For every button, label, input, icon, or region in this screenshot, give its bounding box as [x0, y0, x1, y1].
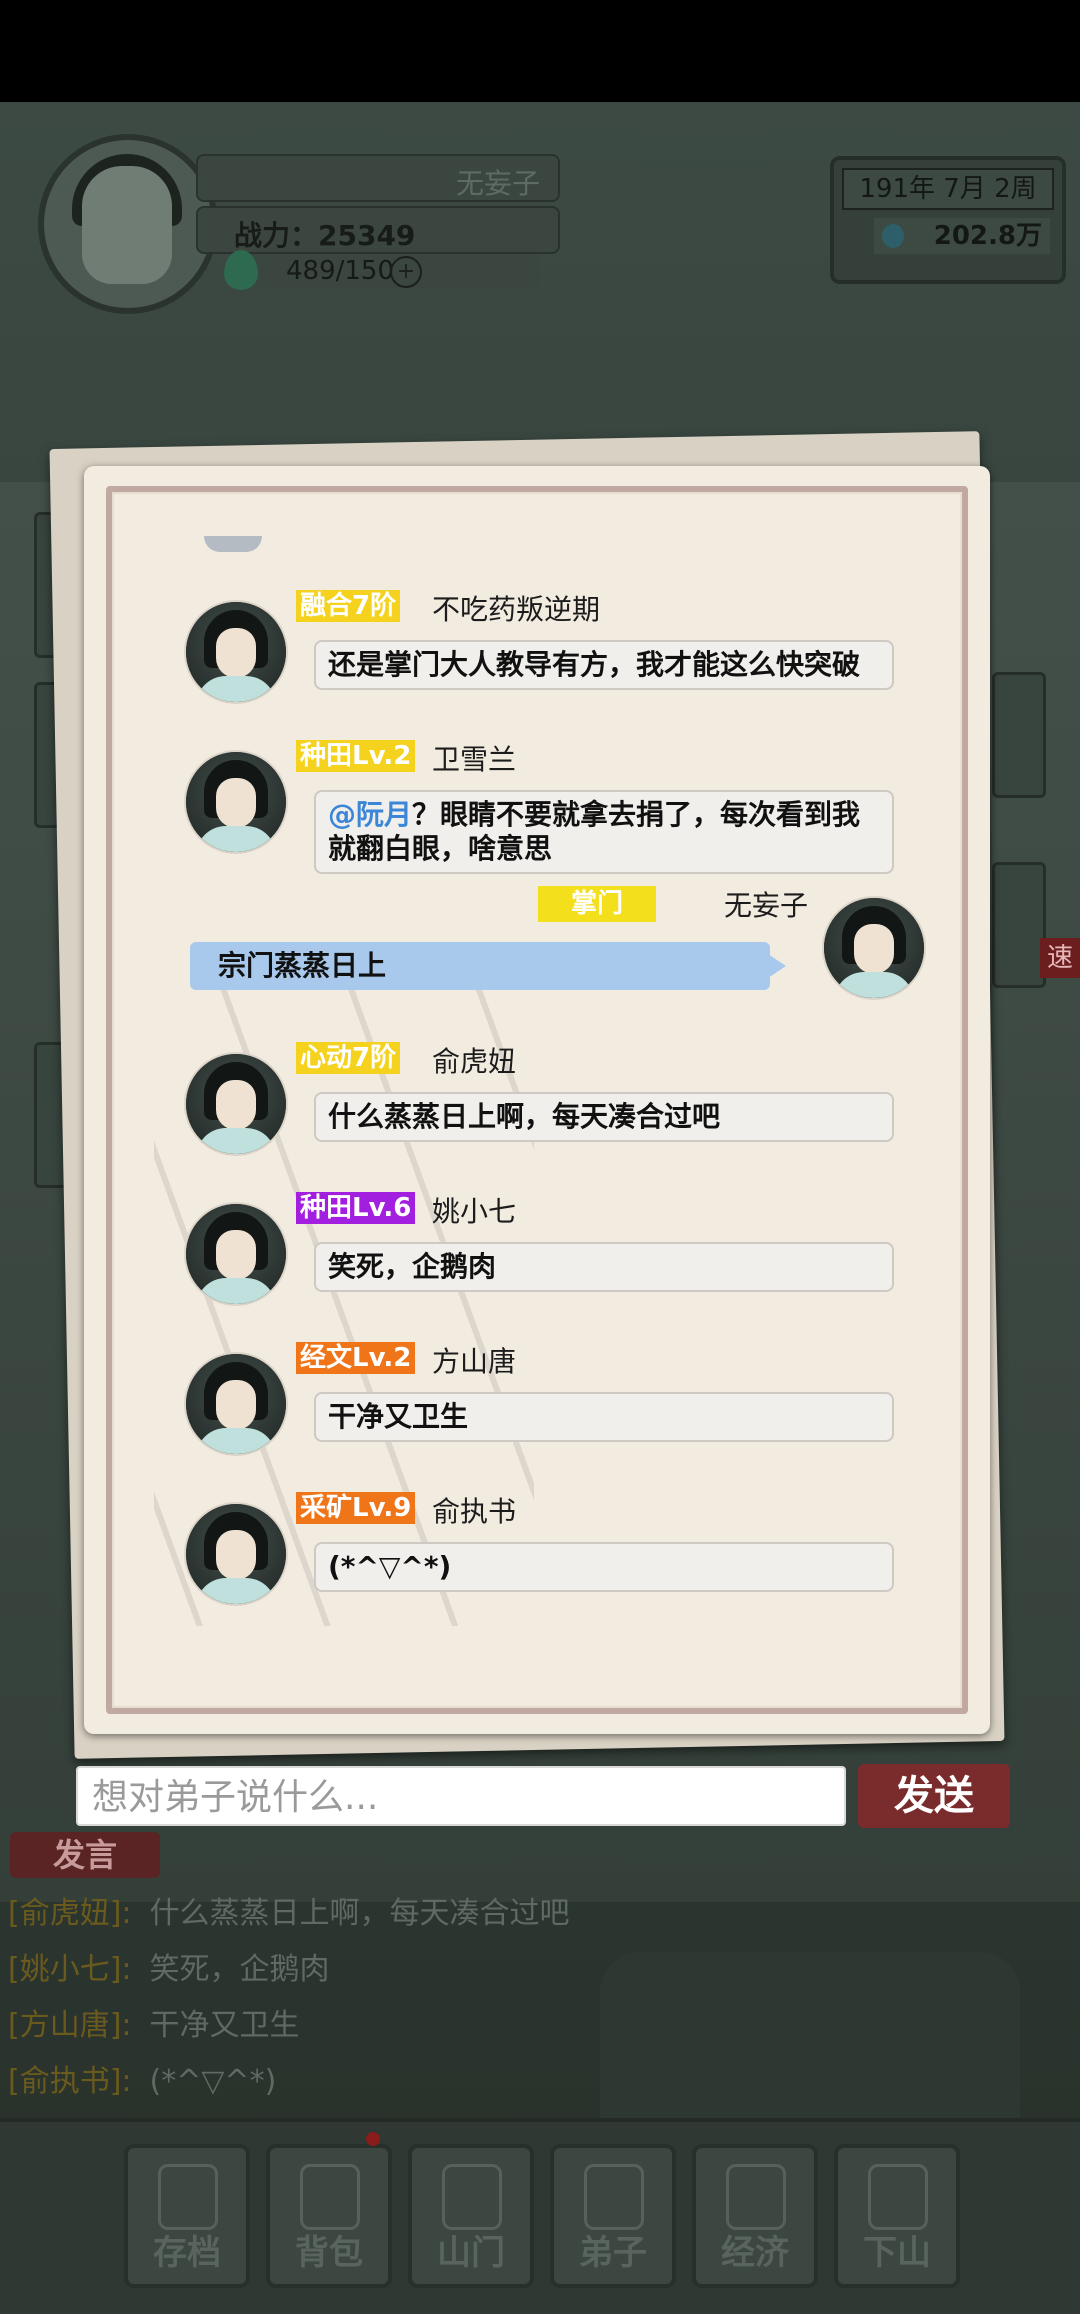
- nav-icon: [442, 2164, 502, 2230]
- message-input[interactable]: 想对弟子说什么...: [76, 1766, 846, 1826]
- calendar-panel: 191年 7月 2周 202.8万: [830, 156, 1066, 284]
- side-button-right-2[interactable]: [992, 862, 1046, 988]
- power-bar: 战力：25349: [196, 206, 560, 254]
- rank-badge: 种田Lv.6: [296, 1192, 416, 1224]
- gold-value: 202.8万: [933, 221, 1042, 251]
- nav-label: 下山: [863, 2233, 931, 2273]
- member-name: 卫雪兰: [432, 743, 517, 776]
- member-avatar[interactable]: [184, 600, 288, 704]
- send-button[interactable]: 发送: [858, 1764, 1010, 1828]
- clipped-avatar: [204, 536, 262, 552]
- nav-label: 背包: [295, 2233, 363, 2273]
- nav-button[interactable]: 山门: [408, 2144, 534, 2288]
- message-text: 干净又卫生: [328, 1400, 469, 1433]
- avatar-face: [216, 1230, 256, 1280]
- nav-icon: [726, 2164, 786, 2230]
- member-avatar[interactable]: [184, 1502, 288, 1606]
- log-line: [姚小七]: 笑死，企鹅肉: [8, 1944, 330, 1988]
- log-text: 什么蒸蒸日上啊，每天凑合过吧: [149, 1896, 570, 1931]
- member-avatar[interactable]: [184, 1352, 288, 1456]
- avatar-face: [216, 778, 256, 828]
- notification-dot: [366, 2132, 380, 2146]
- log-speaker: [姚小七]:: [8, 1952, 132, 1987]
- player-name-bar: 无妄子: [196, 154, 560, 202]
- log-speaker: [俞虎妞]:: [8, 1896, 132, 1931]
- avatar-face: [216, 1530, 256, 1580]
- power-value: 战力：25349: [234, 219, 416, 252]
- stamina-bar: 489/150 +: [224, 250, 540, 290]
- log-text: 笑死，企鹅肉: [149, 1952, 330, 1987]
- member-name: 俞执书: [432, 1495, 517, 1528]
- player-name: 无妄子: [455, 167, 540, 200]
- message-bubble: 还是掌门大人教导有方，我才能这么快突破: [314, 640, 894, 690]
- bottom-nav: 存档 背包 山门 弟子 经济 下山: [0, 2118, 1080, 2314]
- log-line: [俞执书]: (*^▽^*): [8, 2056, 276, 2100]
- log-text: 干净又卫生: [149, 2008, 300, 2043]
- nav-label: 存档: [153, 2233, 221, 2273]
- message-bubble: (*^▽^*): [314, 1542, 894, 1592]
- message-text: 还是掌门大人教导有方，我才能这么快突破: [328, 648, 861, 681]
- nav-button[interactable]: 下山: [834, 2144, 960, 2288]
- nav-icon: [300, 2164, 360, 2230]
- member-name: 方山唐: [432, 1345, 517, 1378]
- member-avatar[interactable]: [184, 1052, 288, 1156]
- speed-button[interactable]: 速: [1040, 938, 1080, 978]
- log-line: [方山唐]: 干净又卫生: [8, 2000, 300, 2044]
- avatar-face: [216, 628, 256, 678]
- log-speaker: [方山唐]:: [8, 2008, 132, 2043]
- nav-label: 山门: [437, 2233, 505, 2273]
- message-bubble: 笑死，企鹅肉: [314, 1242, 894, 1292]
- avatar-face: [216, 1080, 256, 1130]
- member-avatar[interactable]: [184, 750, 288, 854]
- nav-label: 经济: [721, 2233, 789, 2273]
- nav-icon: [158, 2164, 218, 2230]
- avatar-face: [82, 166, 172, 284]
- add-stamina-button[interactable]: +: [390, 256, 422, 288]
- self-message-bubble: 宗门蒸蒸日上: [190, 942, 786, 990]
- nav-button[interactable]: 背包: [266, 2144, 392, 2288]
- self-avatar[interactable]: [822, 896, 926, 1000]
- member-name: 不吃药叛逆期: [432, 593, 601, 626]
- coin-icon: [882, 224, 904, 248]
- log-speaker: [俞执书]:: [8, 2064, 132, 2099]
- status-bar: [0, 0, 1080, 102]
- side-button-right-1[interactable]: [992, 672, 1046, 798]
- message-bubble: 干净又卫生: [314, 1392, 894, 1442]
- self-name: 无妄子: [724, 889, 809, 922]
- rank-badge: 经文Lv.2: [296, 1342, 416, 1374]
- nav-button[interactable]: 弟子: [550, 2144, 676, 2288]
- rank-badge: 心动7阶: [296, 1042, 401, 1074]
- rank-badge: 采矿Lv.9: [296, 1492, 416, 1524]
- log-line: [俞虎妞]: 什么蒸蒸日上啊，每天凑合过吧: [8, 1888, 570, 1932]
- mention-link[interactable]: @阮月: [328, 798, 412, 831]
- self-rank-badge: 掌门: [538, 886, 656, 922]
- message-bubble: @阮月？眼睛不要就拿去捐了，每次看到我就翻白眼，啥意思: [314, 790, 894, 874]
- avatar-face: [216, 1380, 256, 1430]
- nav-label: 弟子: [579, 2233, 647, 2273]
- message-text: 笑死，企鹅肉: [328, 1250, 497, 1283]
- member-avatar[interactable]: [184, 1202, 288, 1306]
- stamina-value: 489/150: [286, 256, 395, 286]
- nav-button[interactable]: 存档: [124, 2144, 250, 2288]
- member-name: 俞虎妞: [432, 1045, 517, 1078]
- message-text: (*^▽^*): [328, 1550, 452, 1583]
- nav-button[interactable]: 经济: [692, 2144, 818, 2288]
- stamina-icon: [224, 250, 258, 290]
- message-bubble: 什么蒸蒸日上啊，每天凑合过吧: [314, 1092, 894, 1142]
- message-text: 什么蒸蒸日上啊，每天凑合过吧: [328, 1100, 721, 1133]
- game-date: 191年 7月 2周: [842, 168, 1054, 210]
- log-text: (*^▽^*): [149, 2064, 277, 2099]
- nav-icon: [868, 2164, 928, 2230]
- speak-tab[interactable]: 发言: [10, 1832, 160, 1878]
- gold-display: 202.8万: [874, 218, 1050, 254]
- rank-badge: 种田Lv.2: [296, 740, 416, 772]
- player-avatar[interactable]: [38, 134, 218, 314]
- member-name: 姚小七: [432, 1195, 517, 1228]
- rank-badge: 融合7阶: [296, 590, 401, 622]
- avatar-face: [854, 924, 894, 974]
- nav-icon: [584, 2164, 644, 2230]
